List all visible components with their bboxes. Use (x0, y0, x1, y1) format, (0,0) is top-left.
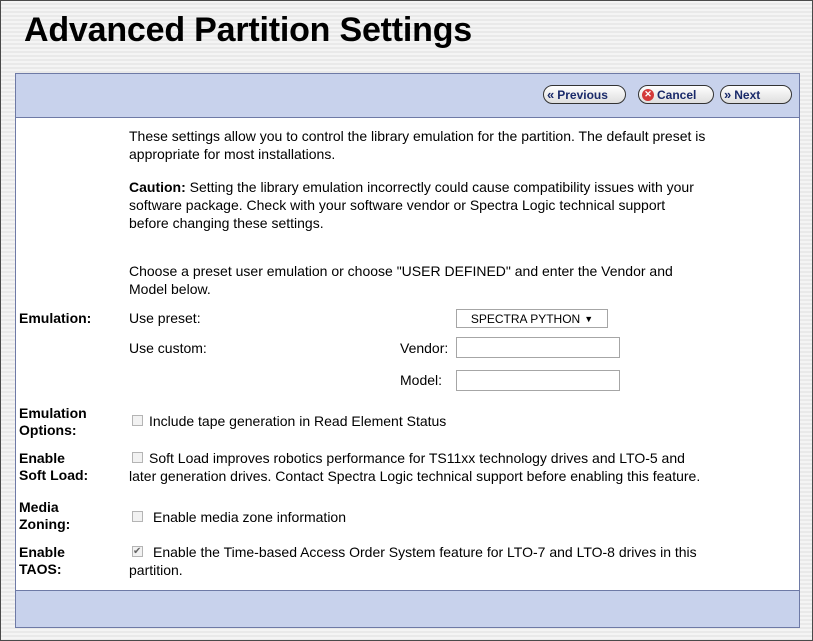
window-frame: Advanced Partition Settings « Previous ✕… (0, 0, 813, 641)
use-custom-label: Use custom: (129, 340, 207, 356)
cancel-circle-icon: ✕ (642, 88, 654, 101)
model-input[interactable] (456, 370, 620, 391)
dropdown-arrow-icon: ▼ (584, 313, 594, 324)
media-zone-checkbox[interactable] (132, 511, 143, 522)
taos-row: Enable the Time-based Access Order Syste… (132, 543, 697, 561)
choose-line-1: Choose a preset user emulation or choose… (129, 263, 673, 279)
vendor-label: Vendor: (400, 340, 449, 356)
nav-bar-top: « Previous ✕ Cancel » Next (16, 74, 799, 118)
vendor-input[interactable] (456, 337, 620, 358)
tape-generation-label: Include tape generation in Read Element … (149, 413, 447, 429)
settings-panel: « Previous ✕ Cancel » Next These setting… (15, 73, 800, 628)
emulation-label: Emulation: (19, 310, 92, 326)
soft-load-text-1: Soft Load improves robotics performance … (149, 450, 685, 466)
media-zoning-label-1: Media (19, 499, 59, 515)
soft-load-text-2: later generation drives. Contact Spectra… (129, 468, 701, 484)
next-button-label: Next (734, 87, 761, 102)
taos-label-1: Enable (19, 544, 65, 560)
media-zoning-row: Enable media zone information (132, 509, 346, 526)
taos-text-1: Enable the Time-based Access Order Syste… (153, 544, 697, 560)
previous-button[interactable]: « Previous (543, 85, 626, 104)
next-button[interactable]: » Next (720, 85, 792, 104)
caution-line-1: Caution: Setting the library emulation i… (129, 179, 694, 196)
soft-load-label-1: Enable (19, 450, 65, 466)
choose-line-2: Model below. (129, 281, 211, 297)
caution-line-2: software package. Check with your softwa… (129, 197, 666, 213)
emulation-preset-value: SPECTRA PYTHON (470, 311, 581, 326)
media-zoning-label-2: Zoning: (19, 516, 71, 532)
caution-text-1: Setting the library emulation incorrectl… (185, 179, 694, 195)
taos-checkbox[interactable] (132, 543, 143, 560)
soft-load-label-2: Soft Load: (19, 467, 89, 483)
media-zone-label: Enable media zone information (153, 509, 347, 525)
nav-bar-bottom (16, 590, 799, 627)
emulation-preset-select[interactable]: SPECTRA PYTHON ▼ (456, 309, 608, 328)
emulation-options-label-2: Options: (19, 422, 77, 438)
emulation-options-row: Include tape generation in Read Element … (132, 413, 446, 430)
taos-label-2: TAOS: (19, 561, 62, 577)
use-preset-label: Use preset: (129, 310, 201, 326)
caution-line-3: before changing these settings. (129, 215, 324, 231)
tape-generation-checkbox[interactable] (132, 415, 143, 426)
taos-text-2: partition. (129, 562, 183, 578)
double-chevron-left-icon: « (547, 87, 555, 102)
page-title: Advanced Partition Settings (24, 11, 473, 49)
cancel-button-label: Cancel (657, 87, 697, 102)
soft-load-checkbox[interactable] (132, 452, 143, 463)
double-chevron-right-icon: » (724, 87, 732, 102)
previous-button-label: Previous (557, 87, 608, 102)
soft-load-row: Soft Load improves robotics performance … (132, 450, 685, 467)
intro-line-1: These settings allow you to control the … (129, 128, 706, 144)
caution-label: Caution: (129, 179, 186, 195)
intro-line-2: appropriate for most installations. (129, 146, 336, 162)
cancel-button[interactable]: ✕ Cancel (638, 85, 714, 104)
model-label: Model: (400, 372, 443, 388)
emulation-options-label-1: Emulation (19, 405, 87, 421)
